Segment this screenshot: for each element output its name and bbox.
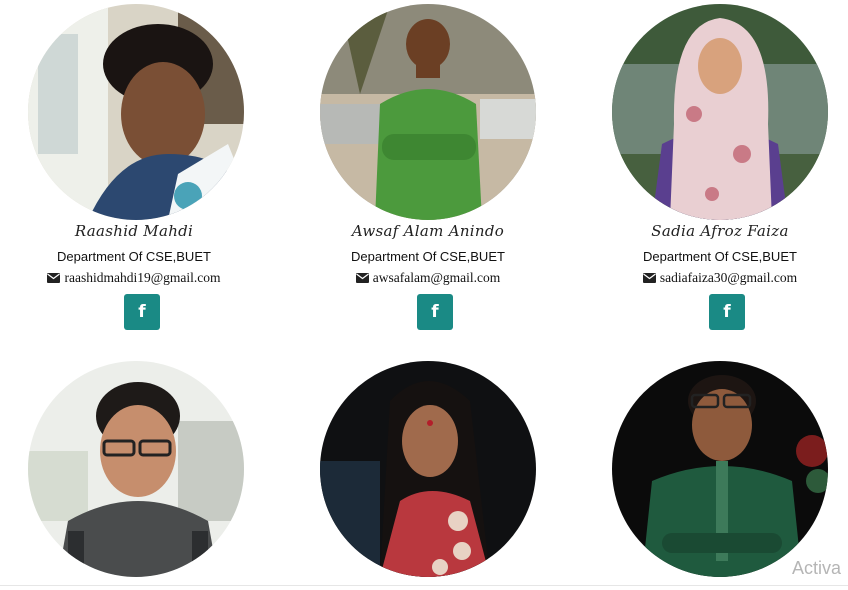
facebook-button[interactable]: f xyxy=(124,294,160,330)
member-name: Sadia Afroz Faiza xyxy=(651,222,789,240)
member-photo xyxy=(320,4,536,220)
member-photo xyxy=(28,361,244,577)
member-email-text[interactable]: awsafalam@gmail.com xyxy=(373,270,501,285)
member-department: Department Of CSE,BUET xyxy=(643,249,797,264)
facebook-button[interactable]: f xyxy=(417,294,453,330)
member-email-text[interactable]: sadiafaiza30@gmail.com xyxy=(660,270,797,285)
facebook-icon: f xyxy=(138,302,146,322)
member-email: sadiafaiza30@gmail.com xyxy=(590,270,848,286)
member-email: raashidmahdi19@gmail.com xyxy=(4,270,264,286)
envelope-icon xyxy=(642,273,656,283)
envelope-icon xyxy=(355,273,369,283)
divider xyxy=(0,585,848,586)
member-photo xyxy=(28,4,244,220)
member-photo xyxy=(612,361,828,577)
member-email: awsafalam@gmail.com xyxy=(298,270,558,286)
envelope-icon xyxy=(47,273,61,283)
member-email-text[interactable]: raashidmahdi19@gmail.com xyxy=(64,270,220,285)
member-name: Awsaf Alam Anindo xyxy=(351,222,505,240)
member-photo xyxy=(612,4,828,220)
facebook-button[interactable]: f xyxy=(709,294,745,330)
facebook-icon: f xyxy=(723,302,731,322)
member-photo xyxy=(320,361,536,577)
activation-watermark: Activa xyxy=(792,558,842,578)
member-department: Department Of CSE,BUET xyxy=(57,249,211,264)
member-name: Raashid Mahdi xyxy=(74,222,194,240)
member-department: Department Of CSE,BUET xyxy=(351,249,505,264)
facebook-icon: f xyxy=(431,302,439,322)
